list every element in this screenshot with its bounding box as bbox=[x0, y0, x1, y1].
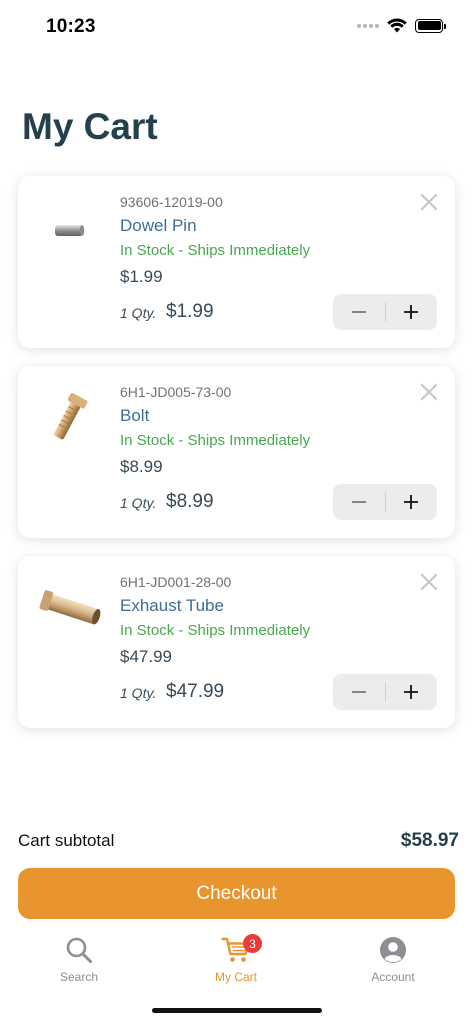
item-qty-label: 1 Qty. bbox=[120, 495, 157, 511]
tab-label-my-cart: My Cart bbox=[215, 970, 257, 984]
quantity-stepper bbox=[333, 484, 437, 520]
decrease-quantity-button[interactable] bbox=[333, 484, 385, 520]
page-title: My Cart bbox=[22, 106, 158, 147]
item-price: $47.99 bbox=[120, 647, 172, 666]
subtotal-value: $58.97 bbox=[400, 830, 459, 851]
status-time: 10:23 bbox=[46, 16, 96, 37]
item-stock-status: In Stock - Ships Immediately bbox=[120, 432, 311, 449]
item-name[interactable]: Exhaust Tube bbox=[120, 596, 224, 616]
item-stock-status: In Stock - Ships Immediately bbox=[120, 622, 311, 639]
tab-account[interactable]: Account bbox=[333, 936, 453, 984]
status-icons bbox=[357, 18, 446, 33]
battery-icon bbox=[415, 18, 446, 33]
minus-icon bbox=[351, 501, 366, 503]
remove-item-icon[interactable] bbox=[419, 192, 439, 212]
home-indicator[interactable] bbox=[152, 1008, 322, 1013]
item-line-total: $1.99 bbox=[166, 301, 214, 322]
item-sku: 93606-12019-00 bbox=[120, 194, 223, 210]
minus-icon bbox=[351, 691, 366, 693]
item-line-total: $8.99 bbox=[166, 491, 214, 512]
tab-my-cart[interactable]: 3 My Cart bbox=[176, 934, 296, 984]
status-bar: 10:23 bbox=[0, 0, 473, 54]
item-sku: 6H1-JD001-28-00 bbox=[120, 574, 232, 590]
bolt-image bbox=[54, 393, 88, 440]
item-sku: 6H1-JD005-73-00 bbox=[120, 384, 232, 400]
plus-icon bbox=[404, 495, 419, 509]
cart-item-card: 6H1-JD001-28-00 Exhaust Tube In Stock - … bbox=[18, 556, 455, 728]
dowel-pin-image bbox=[55, 225, 85, 236]
cart-item-card: 6H1-JD005-73-00 Bolt In Stock - Ships Im… bbox=[18, 366, 455, 538]
increase-quantity-button[interactable] bbox=[385, 294, 437, 330]
tab-label-search: Search bbox=[59, 970, 99, 984]
cart-count-badge: 3 bbox=[243, 934, 262, 953]
increase-quantity-button[interactable] bbox=[385, 484, 437, 520]
account-icon bbox=[380, 937, 406, 963]
item-stock-status: In Stock - Ships Immediately bbox=[120, 242, 311, 259]
plus-icon bbox=[404, 685, 419, 699]
decrease-quantity-button[interactable] bbox=[333, 294, 385, 330]
decrease-quantity-button[interactable] bbox=[333, 674, 385, 710]
item-qty-label: 1 Qty. bbox=[120, 305, 157, 321]
increase-quantity-button[interactable] bbox=[385, 674, 437, 710]
exhaust-tube-image bbox=[39, 590, 101, 625]
item-name[interactable]: Bolt bbox=[120, 406, 149, 426]
remove-item-icon[interactable] bbox=[419, 382, 439, 402]
minus-icon bbox=[351, 311, 366, 313]
tab-search[interactable]: Search bbox=[19, 936, 139, 984]
wifi-icon bbox=[387, 18, 407, 33]
plus-icon bbox=[404, 305, 419, 319]
item-line-total: $47.99 bbox=[166, 681, 225, 702]
cart-item-card: 93606-12019-00 Dowel Pin In Stock - Ship… bbox=[18, 176, 455, 348]
quantity-stepper bbox=[333, 674, 437, 710]
item-price: $8.99 bbox=[120, 457, 163, 476]
checkout-button[interactable]: Checkout bbox=[18, 868, 455, 919]
remove-item-icon[interactable] bbox=[419, 572, 439, 592]
tab-label-account: Account bbox=[371, 970, 415, 984]
item-name[interactable]: Dowel Pin bbox=[120, 216, 197, 236]
item-price: $1.99 bbox=[120, 267, 163, 286]
quantity-stepper bbox=[333, 294, 437, 330]
search-icon bbox=[66, 937, 92, 963]
signal-icon bbox=[357, 23, 379, 28]
item-qty-label: 1 Qty. bbox=[120, 685, 157, 701]
subtotal-label: Cart subtotal bbox=[18, 831, 115, 850]
